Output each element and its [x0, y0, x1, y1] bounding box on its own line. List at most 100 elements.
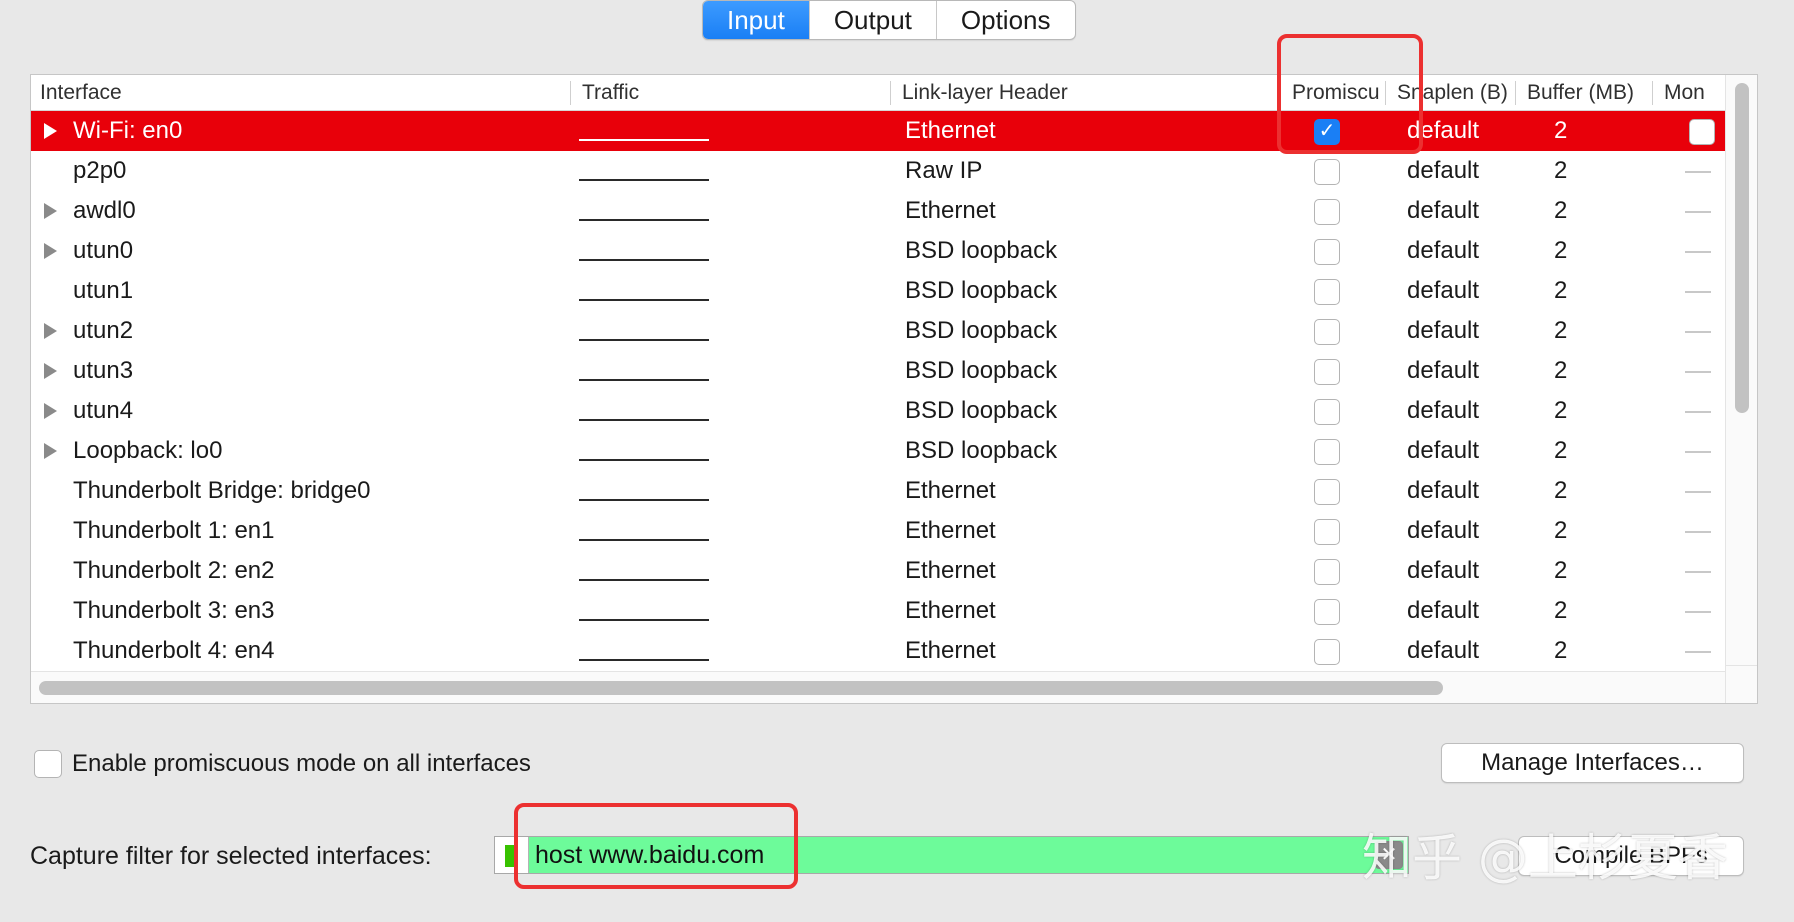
- promiscuous-checkbox[interactable]: [1314, 199, 1340, 225]
- disclosure-triangle-icon[interactable]: [44, 391, 64, 431]
- table-row[interactable]: Thunderbolt 4: en4 Ethernet default 2: [31, 631, 1725, 671]
- promiscuous-checkbox[interactable]: [1314, 439, 1340, 465]
- snaplen-value[interactable]: default: [1407, 231, 1479, 271]
- tab-input[interactable]: Input: [703, 1, 810, 39]
- column-header-monitor[interactable]: Mon: [1655, 75, 1725, 111]
- disclosure-triangle-icon[interactable]: [44, 311, 64, 351]
- table-row[interactable]: utun2 BSD loopback default 2: [31, 311, 1725, 351]
- link-layer-header[interactable]: Ethernet: [905, 631, 996, 671]
- buffer-value[interactable]: 2: [1554, 591, 1567, 631]
- snaplen-value[interactable]: default: [1407, 631, 1479, 671]
- link-layer-header[interactable]: Ethernet: [905, 471, 996, 511]
- link-layer-header[interactable]: BSD loopback: [905, 271, 1057, 311]
- snaplen-value[interactable]: default: [1407, 551, 1479, 591]
- snaplen-value[interactable]: default: [1407, 111, 1479, 151]
- snaplen-value[interactable]: default: [1407, 271, 1479, 311]
- link-layer-header[interactable]: BSD loopback: [905, 231, 1057, 271]
- promiscuous-checkbox[interactable]: [1314, 639, 1340, 665]
- buffer-value[interactable]: 2: [1554, 471, 1567, 511]
- capture-filter-input[interactable]: [529, 837, 1370, 873]
- buffer-value[interactable]: 2: [1554, 551, 1567, 591]
- table-row[interactable]: utun4 BSD loopback default 2: [31, 391, 1725, 431]
- table-row[interactable]: Thunderbolt 2: en2 Ethernet default 2: [31, 551, 1725, 591]
- disclosure-triangle-icon[interactable]: [44, 191, 64, 231]
- snaplen-value[interactable]: default: [1407, 471, 1479, 511]
- vertical-scrollbar[interactable]: [1725, 75, 1757, 667]
- table-row[interactable]: Thunderbolt 1: en1 Ethernet default 2: [31, 511, 1725, 551]
- buffer-value[interactable]: 2: [1554, 631, 1567, 671]
- disclosure-triangle-icon[interactable]: [44, 431, 64, 471]
- link-layer-header[interactable]: Ethernet: [905, 511, 996, 551]
- snaplen-value[interactable]: default: [1407, 311, 1479, 351]
- traffic-sparkline: [579, 139, 709, 141]
- buffer-value[interactable]: 2: [1554, 351, 1567, 391]
- promiscuous-all-option[interactable]: Enable promiscuous mode on all interface…: [34, 750, 531, 778]
- promiscuous-checkbox[interactable]: ✓: [1314, 119, 1340, 145]
- snaplen-value[interactable]: default: [1407, 191, 1479, 231]
- table-row[interactable]: p2p0 Raw IP default 2: [31, 151, 1725, 191]
- table-row[interactable]: utun3 BSD loopback default 2: [31, 351, 1725, 391]
- column-header-promiscuous[interactable]: Promiscu: [1283, 75, 1386, 111]
- table-row[interactable]: Thunderbolt Bridge: bridge0 Ethernet defau…: [31, 471, 1725, 511]
- link-layer-header[interactable]: Raw IP: [905, 151, 982, 191]
- promiscuous-checkbox[interactable]: [1314, 599, 1340, 625]
- monitor-mode-checkbox[interactable]: [1689, 119, 1715, 145]
- tab-output[interactable]: Output: [810, 1, 937, 39]
- column-header-link-layer[interactable]: Link-layer Header: [893, 75, 1281, 111]
- promiscuous-checkbox[interactable]: [1314, 399, 1340, 425]
- buffer-value[interactable]: 2: [1554, 511, 1567, 551]
- snaplen-value[interactable]: default: [1407, 591, 1479, 631]
- promiscuous-checkbox[interactable]: [1314, 359, 1340, 385]
- link-layer-header[interactable]: Ethernet: [905, 191, 996, 231]
- traffic-sparkline: [579, 419, 709, 421]
- bookmark-icon[interactable]: [495, 837, 529, 873]
- disclosure-triangle-icon[interactable]: [44, 111, 64, 151]
- buffer-value[interactable]: 2: [1554, 391, 1567, 431]
- table-row[interactable]: Thunderbolt 3: en3 Ethernet default 2: [31, 591, 1725, 631]
- promiscuous-checkbox[interactable]: [1314, 279, 1340, 305]
- link-layer-header[interactable]: BSD loopback: [905, 311, 1057, 351]
- snaplen-value[interactable]: default: [1407, 431, 1479, 471]
- buffer-value[interactable]: 2: [1554, 311, 1567, 351]
- table-row[interactable]: utun0 BSD loopback default 2: [31, 231, 1725, 271]
- promiscuous-checkbox[interactable]: [1314, 519, 1340, 545]
- interface-name: Thunderbolt 1: en1: [73, 517, 275, 544]
- snaplen-value[interactable]: default: [1407, 151, 1479, 191]
- buffer-value[interactable]: 2: [1554, 431, 1567, 471]
- buffer-value[interactable]: 2: [1554, 191, 1567, 231]
- disclosure-triangle-icon[interactable]: [44, 351, 64, 391]
- promiscuous-checkbox[interactable]: [1314, 239, 1340, 265]
- promiscuous-checkbox[interactable]: [1314, 319, 1340, 345]
- promiscuous-checkbox[interactable]: [1314, 559, 1340, 585]
- buffer-value[interactable]: 2: [1554, 111, 1567, 151]
- table-row[interactable]: awdl0 Ethernet default 2: [31, 191, 1725, 231]
- table-row[interactable]: utun1 BSD loopback default 2: [31, 271, 1725, 311]
- link-layer-header[interactable]: Ethernet: [905, 591, 996, 631]
- column-header-traffic[interactable]: Traffic: [573, 75, 891, 111]
- promiscuous-checkbox[interactable]: [1314, 159, 1340, 185]
- tab-options[interactable]: Options: [937, 1, 1075, 39]
- disclosure-triangle-icon[interactable]: [44, 231, 64, 271]
- horizontal-scroll-thumb[interactable]: [39, 681, 1443, 695]
- column-header-interface[interactable]: Interface: [31, 75, 571, 111]
- table-row[interactable]: Loopback: lo0 BSD loopback default 2: [31, 431, 1725, 471]
- buffer-value[interactable]: 2: [1554, 271, 1567, 311]
- column-header-snaplen[interactable]: Snaplen (B): [1388, 75, 1516, 111]
- column-header-buffer[interactable]: Buffer (MB): [1518, 75, 1653, 111]
- link-layer-header[interactable]: Ethernet: [905, 551, 996, 591]
- snaplen-value[interactable]: default: [1407, 391, 1479, 431]
- table-row[interactable]: Wi-Fi: en0 Ethernet ✓ default 2: [31, 111, 1725, 151]
- buffer-value[interactable]: 2: [1554, 231, 1567, 271]
- link-layer-header[interactable]: BSD loopback: [905, 391, 1057, 431]
- promiscuous-checkbox[interactable]: [1314, 479, 1340, 505]
- manage-interfaces-button[interactable]: Manage Interfaces…: [1441, 743, 1744, 783]
- promiscuous-all-checkbox[interactable]: [34, 750, 62, 778]
- horizontal-scrollbar[interactable]: [31, 671, 1725, 703]
- snaplen-value[interactable]: default: [1407, 511, 1479, 551]
- snaplen-value[interactable]: default: [1407, 351, 1479, 391]
- buffer-value[interactable]: 2: [1554, 151, 1567, 191]
- link-layer-header[interactable]: BSD loopback: [905, 431, 1057, 471]
- link-layer-header[interactable]: BSD loopback: [905, 351, 1057, 391]
- vertical-scroll-thumb[interactable]: [1735, 83, 1749, 413]
- link-layer-header[interactable]: Ethernet: [905, 111, 996, 151]
